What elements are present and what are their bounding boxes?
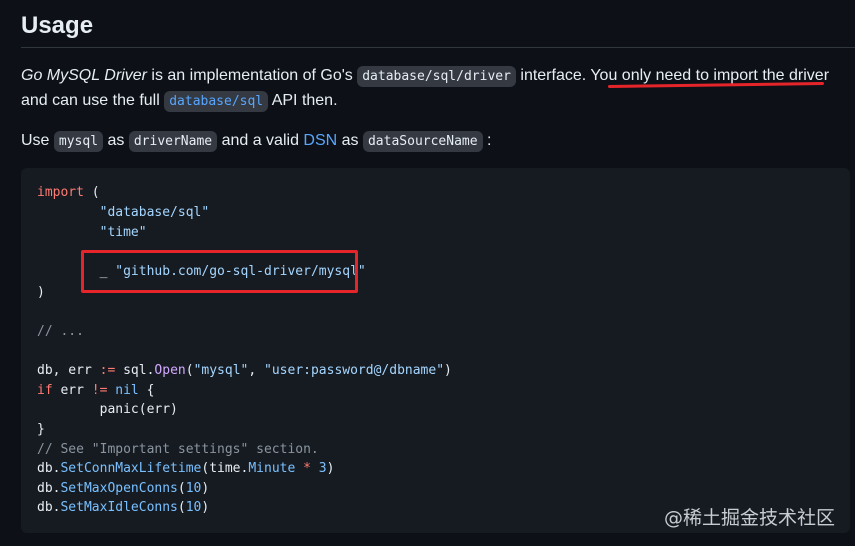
code-line-1: import (: [37, 183, 100, 203]
usage-line: Use mysql as driverName and a valid DSN …: [21, 129, 491, 154]
driver-name: Go MySQL Driver: [21, 67, 147, 84]
code-token: sql.: [115, 363, 155, 378]
code-token: db.: [37, 461, 61, 476]
intro-text-1: is an implementation of Go's: [146, 67, 358, 84]
code-string: "user:password@/dbname": [264, 363, 445, 378]
code-function: Open: [154, 363, 186, 378]
code-token: ,: [248, 363, 265, 378]
code-line-6: ): [37, 283, 45, 303]
code-line-11: if err != nil {: [37, 381, 154, 401]
intro-text-2: interface. You: [515, 67, 622, 84]
heading-divider: [21, 47, 855, 48]
code-token: ): [37, 285, 45, 300]
code-line-2: "database/sql": [37, 203, 210, 223]
section-heading: Usage: [21, 12, 94, 39]
code-operator: *: [303, 461, 311, 476]
inline-code-mysql: mysql: [53, 131, 104, 152]
code-token: (time.: [201, 461, 249, 476]
inline-code-driver: database/sql/driver: [357, 66, 516, 87]
code-token: err: [52, 383, 92, 398]
usage-text-1: Use: [21, 132, 54, 149]
code-line-17: db.SetMaxIdleConns(10): [37, 498, 209, 518]
code-comment: // ...: [37, 324, 84, 339]
keyword-nil: nil: [115, 383, 139, 398]
code-token: db, err: [37, 363, 100, 378]
intro-line-2: and can use the full database/sql API th…: [21, 89, 338, 114]
code-token: ): [444, 363, 452, 378]
code-line-15: db.SetConnMaxLifetime(time.Minute * 3): [37, 459, 334, 479]
red-box-annotation: [81, 250, 358, 293]
code-token: ): [201, 500, 210, 515]
code-line-3: "time": [37, 223, 147, 243]
import-string-time: "time": [37, 225, 147, 240]
code-token: panic(err): [37, 402, 178, 417]
code-function: SetMaxOpenConns: [60, 481, 178, 496]
dsn-link[interactable]: DSN: [303, 132, 337, 149]
code-number: 3: [318, 461, 327, 476]
code-operator: :=: [99, 363, 116, 378]
code-string: "mysql": [193, 363, 249, 378]
keyword-if: if: [37, 383, 53, 398]
inline-code-drivername: driverName: [128, 131, 218, 152]
usage-text-5: :: [482, 132, 492, 149]
code-line-13: }: [37, 420, 45, 440]
code-line-16: db.SetMaxOpenConns(10): [37, 479, 209, 499]
code-number: 10: [185, 481, 202, 496]
code-line-10: db, err := sql.Open("mysql", "user:passw…: [37, 361, 452, 381]
code-line-12: panic(err): [37, 400, 178, 420]
code-number: 10: [185, 500, 202, 515]
code-line-8: // ...: [37, 322, 84, 342]
inline-code-datasourcename: dataSourceName: [362, 131, 483, 152]
code-token: ): [326, 461, 335, 476]
code-token: (: [177, 500, 186, 515]
usage-text-3: and a valid: [217, 132, 304, 149]
intro-text-4: API then.: [268, 92, 338, 109]
code-token: {: [138, 383, 155, 398]
code-operator: !=: [91, 383, 108, 398]
code-token: (: [177, 481, 186, 496]
watermark-text: @稀土掘金技术社区: [663, 507, 835, 529]
code-token: (: [185, 363, 194, 378]
usage-text-4: as: [337, 132, 363, 149]
usage-text-2: as: [103, 132, 129, 149]
code-token: ): [201, 481, 210, 496]
intro-text-3: and can use the full: [21, 92, 165, 109]
code-token: (: [83, 185, 100, 200]
code-line-14: // See "Important settings" section.: [37, 440, 319, 460]
code-function: SetMaxIdleConns: [60, 500, 178, 515]
code-token: db.: [37, 481, 61, 496]
import-string-database-sql: "database/sql": [37, 205, 210, 220]
code-identifier: Minute: [248, 461, 296, 476]
code-token: }: [37, 422, 45, 437]
inline-code-database-sql-link[interactable]: database/sql: [164, 91, 269, 112]
code-function: SetConnMaxLifetime: [60, 461, 202, 476]
code-comment: // See "Important settings" section.: [37, 442, 319, 457]
keyword-import: import: [37, 185, 84, 200]
code-token: db.: [37, 500, 61, 515]
